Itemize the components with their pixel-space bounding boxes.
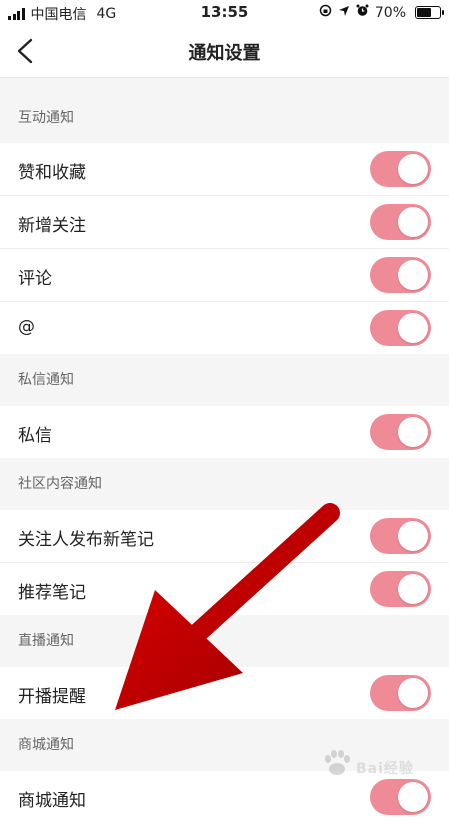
setting-row: @ (0, 302, 449, 354)
section-group: 开播提醒 (0, 667, 449, 719)
setting-label: 私信 (18, 426, 52, 446)
status-right: 70% (319, 4, 444, 21)
toggle-knob (398, 313, 428, 343)
setting-label: 商城通知 (18, 791, 86, 811)
section-group: 赞和收藏新增关注评论 @ (0, 143, 449, 354)
setting-row: 开播提醒 (0, 667, 449, 719)
rotation-lock-icon (319, 4, 332, 21)
battery-percent: 70% (374, 4, 406, 21)
setting-row: 赞和收藏 (0, 143, 449, 196)
section-group: 私信 (0, 406, 449, 458)
section-header: 社区内容通知 (0, 458, 449, 510)
alarm-icon (356, 4, 369, 21)
paw-icon (325, 750, 350, 775)
nav-bar: 通知设置 (0, 25, 449, 78)
location-icon (338, 5, 350, 21)
setting-label: 关注人发布新笔记 (18, 530, 154, 550)
setting-row: 私信 (0, 406, 449, 458)
notification-toggle[interactable] (370, 571, 431, 607)
setting-label: 新增关注 (18, 216, 86, 236)
section-header: 互动通知 (0, 90, 449, 143)
toggle-knob (398, 260, 428, 290)
setting-label: 赞和收藏 (18, 163, 86, 183)
notification-toggle[interactable] (370, 518, 431, 554)
battery-level (417, 8, 431, 17)
notification-toggle[interactable] (370, 675, 431, 711)
setting-row: 评论 (0, 249, 449, 302)
setting-label: @ (18, 317, 35, 337)
notification-toggle[interactable] (370, 151, 431, 187)
settings-list: 互动通知 赞和收藏 新增关注 评论 @ 私信通知 私信 社区内容通知 关注人发布新笔记 推荐笔记直… (0, 90, 449, 823)
battery-icon (415, 6, 444, 19)
section-group: 关注人发布新笔记 推荐笔记 (0, 510, 449, 615)
toggle-knob (398, 417, 428, 447)
toggle-knob (398, 521, 428, 551)
toggle-knob (398, 678, 428, 708)
chevron-left-icon (17, 38, 33, 64)
setting-label: 评论 (18, 269, 52, 289)
watermark-text: Bai经验 (356, 761, 414, 777)
toggle-knob (398, 782, 428, 812)
section-header: 直播通知 (0, 615, 449, 667)
setting-row: 关注人发布新笔记 (0, 510, 449, 563)
notification-toggle[interactable] (370, 204, 431, 240)
setting-row: 推荐笔记 (0, 563, 449, 615)
toggle-knob (398, 154, 428, 184)
page-title: 通知设置 (188, 43, 261, 64)
section-header: 私信通知 (0, 354, 449, 406)
setting-label: 推荐笔记 (18, 583, 86, 603)
notification-toggle[interactable] (370, 310, 431, 346)
toggle-knob (398, 574, 428, 604)
back-button[interactable] (10, 35, 42, 67)
notification-toggle[interactable] (370, 257, 431, 293)
setting-label: 开播提醒 (18, 687, 86, 707)
toggle-knob (398, 207, 428, 237)
status-bar: 中国电信 4G 13:55 70% (0, 0, 449, 25)
setting-row: 新增关注 (0, 196, 449, 249)
notification-toggle[interactable] (370, 414, 431, 450)
watermark: Bai经验 (320, 746, 435, 786)
